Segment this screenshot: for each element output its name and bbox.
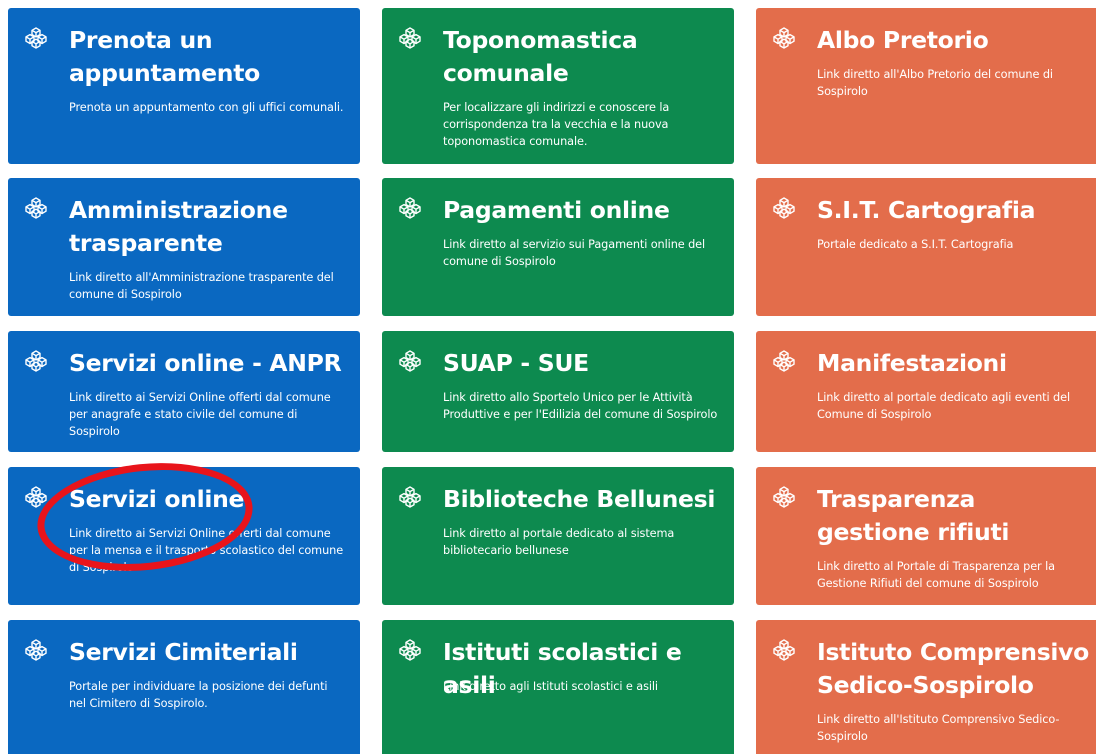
card-title: SUAP - SUE xyxy=(443,349,589,377)
cube-icon xyxy=(24,349,48,373)
card-title: Amministrazione trasparente xyxy=(69,196,288,257)
card-description: Link diretto allo Sportelo Unico per le … xyxy=(443,391,718,421)
card-title: S.I.T. Cartografia xyxy=(817,196,1036,224)
card-title: Servizi online xyxy=(69,485,245,513)
card-title: Manifestazioni xyxy=(817,349,1007,377)
card-description: Link diretto agli Istituti scolastici e … xyxy=(443,680,658,693)
card-description: Link diretto ai Servizi Online offerti d… xyxy=(69,527,344,574)
cube-icon xyxy=(398,26,422,50)
card-title: Prenota un appuntamento xyxy=(69,26,260,87)
card-suap-sue[interactable]: SUAP - SUE Link diretto allo Sportelo Un… xyxy=(382,331,734,452)
card-title: Albo Pretorio xyxy=(817,26,989,54)
card-description: Link diretto all'Albo Pretorio del comun… xyxy=(817,68,1053,98)
services-grid: Prenota un appuntamento Prenota un appun… xyxy=(0,0,1096,754)
cube-icon xyxy=(398,349,422,373)
card-description: Portale dedicato a S.I.T. Cartografia xyxy=(817,238,1014,251)
card-istituti-scolastici-e-asili[interactable]: Istituti scolastici e asili Link diretto… xyxy=(382,620,734,754)
card-servizi-online[interactable]: Servizi online Link diretto ai Servizi O… xyxy=(8,467,360,605)
cube-icon xyxy=(398,196,422,220)
card-pagamenti-online[interactable]: Pagamenti online Link diretto al servizi… xyxy=(382,178,734,316)
cube-icon xyxy=(772,196,796,220)
card-manifestazioni[interactable]: Manifestazioni Link diretto al portale d… xyxy=(756,331,1096,452)
cube-icon xyxy=(772,485,796,509)
cube-icon xyxy=(772,638,796,662)
card-title: Toponomastica comunale xyxy=(443,26,638,87)
card-description: Link diretto all'Amministrazione traspar… xyxy=(69,271,334,301)
card-description: Link diretto all'Istituto Comprensivo Se… xyxy=(817,713,1060,743)
cube-icon xyxy=(24,638,48,662)
card-biblioteche-bellunesi[interactable]: Biblioteche Bellunesi Link diretto al po… xyxy=(382,467,734,605)
cube-icon xyxy=(772,26,796,50)
cube-icon xyxy=(772,349,796,373)
card-title: Trasparenza gestione rifiuti xyxy=(817,485,1010,546)
cube-icon xyxy=(398,485,422,509)
card-sit-cartografia[interactable]: S.I.T. Cartografia Portale dedicato a S.… xyxy=(756,178,1096,316)
cube-icon xyxy=(24,26,48,50)
card-title: Servizi Cimiteriali xyxy=(69,638,298,666)
card-trasparenza-gestione-rifiuti[interactable]: Trasparenza gestione rifiuti Link dirett… xyxy=(756,467,1096,605)
card-title: Biblioteche Bellunesi xyxy=(443,485,716,513)
card-description: Link diretto al portale dedicato agli ev… xyxy=(817,391,1070,421)
card-servizi-cimiteriali[interactable]: Servizi Cimiteriali Portale per individu… xyxy=(8,620,360,754)
card-description: Prenota un appuntamento con gli uffici c… xyxy=(69,101,344,114)
card-description: Link diretto al Portale di Trasparenza p… xyxy=(817,560,1055,590)
cube-icon xyxy=(398,638,422,662)
card-description: Link diretto al portale dedicato al sist… xyxy=(443,527,675,557)
card-prenota-un-appuntamento[interactable]: Prenota un appuntamento Prenota un appun… xyxy=(8,8,360,164)
card-albo-pretorio[interactable]: Albo Pretorio Link diretto all'Albo Pret… xyxy=(756,8,1096,164)
cube-icon xyxy=(24,196,48,220)
card-description: Portale per individuare la posizione dei… xyxy=(69,680,328,710)
cube-icon xyxy=(24,485,48,509)
card-description: Per localizzare gli indirizzi e conoscer… xyxy=(443,101,670,148)
card-description: Link diretto ai Servizi Online offerti d… xyxy=(69,391,331,438)
card-title: Istituto Comprensivo Sedico-Sospirolo xyxy=(817,638,1090,699)
card-title: Servizi online - ANPR xyxy=(69,349,342,377)
card-istituto-comprensivo-sedico-sospirolo[interactable]: Istituto Comprensivo Sedico-Sospirolo Li… xyxy=(756,620,1096,754)
card-toponomastica-comunale[interactable]: Toponomastica comunale Per localizzare g… xyxy=(382,8,734,164)
card-servizi-online-anpr[interactable]: Servizi online - ANPR Link diretto ai Se… xyxy=(8,331,360,452)
card-description: Link diretto al servizio sui Pagamenti o… xyxy=(443,238,706,268)
card-amministrazione-trasparente[interactable]: Amministrazione trasparente Link diretto… xyxy=(8,178,360,316)
card-title: Pagamenti online xyxy=(443,196,670,224)
